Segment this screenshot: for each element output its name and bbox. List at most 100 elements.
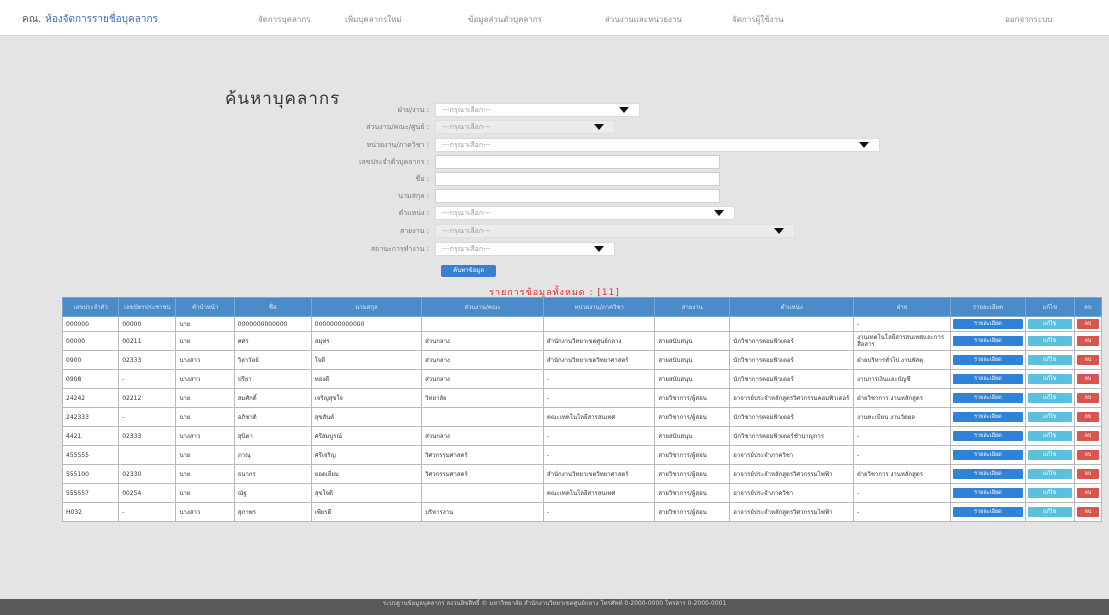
edit-button[interactable]: แก้ไข xyxy=(1027,319,1072,329)
delete-button[interactable]: ลบ xyxy=(1076,355,1099,365)
delete-button[interactable]: ลบ xyxy=(1076,450,1099,460)
action-cell: ลบ xyxy=(1073,369,1103,389)
delete-button[interactable]: ลบ xyxy=(1076,431,1099,441)
form-row-department: หน่วยงาน/ภาควิชา : ---กรุณาเลือก--- xyxy=(250,138,880,152)
action-cell: รายละเอียด xyxy=(949,445,1026,465)
table-cell: อาจารย์ประจำหลักสูตรวิศวกรรมไฟฟ้า xyxy=(729,464,855,484)
action-cell: ลบ xyxy=(1073,426,1103,446)
edit-button[interactable]: แก้ไข xyxy=(1027,355,1072,365)
detail-button[interactable]: รายละเอียด xyxy=(952,355,1023,365)
nav-link-add-personnel[interactable]: เพิ่มบุคลากรใหม่ xyxy=(345,13,402,26)
action-cell: แก้ไข xyxy=(1024,331,1075,351)
detail-button[interactable]: รายละเอียด xyxy=(952,393,1023,403)
table-cell: อาจารย์ประจำภาควิชา xyxy=(729,445,855,465)
table-cell: 000000 xyxy=(61,316,120,332)
last-name-input[interactable] xyxy=(435,189,720,203)
edit-button[interactable]: แก้ไข xyxy=(1027,431,1072,441)
detail-button[interactable]: รายละเอียด xyxy=(952,450,1023,460)
brand-title: ห้องจัดการรายชื่อบุคลากร xyxy=(45,14,158,25)
faculty-select[interactable]: ---กรุณาเลือก--- xyxy=(435,120,615,134)
delete-button[interactable]: ลบ xyxy=(1076,488,1099,498)
delete-button[interactable]: ลบ xyxy=(1076,319,1099,329)
table-cell: สายวิชาการ/ผู้สอน xyxy=(654,464,731,484)
detail-button[interactable]: รายละเอียด xyxy=(952,469,1023,479)
action-cell: รายละเอียด xyxy=(949,331,1026,351)
detail-button[interactable]: รายละเอียด xyxy=(952,319,1023,329)
table-cell: งานการเงินและบัญชี xyxy=(853,369,951,389)
edit-button[interactable]: แก้ไข xyxy=(1027,374,1072,384)
delete-button[interactable]: ลบ xyxy=(1076,507,1099,517)
table-cell: 555557 xyxy=(61,483,120,503)
personnel-id-input[interactable] xyxy=(435,155,720,169)
table-cell: 0908 xyxy=(61,369,120,389)
table-cell: 00211 xyxy=(118,331,177,351)
delete-button[interactable]: ลบ xyxy=(1076,393,1099,403)
edit-button[interactable]: แก้ไข xyxy=(1027,469,1072,479)
table-cell: สุนิตา xyxy=(233,426,312,446)
action-cell: ลบ xyxy=(1073,445,1103,465)
nav-link-departments[interactable]: ส่วนงานและหน่วยงาน xyxy=(605,13,682,26)
table-cell: 00000 xyxy=(118,316,177,332)
delete-button[interactable]: ลบ xyxy=(1076,469,1099,479)
table-cell: ส่วนกลาง xyxy=(421,350,544,370)
search-button[interactable]: ค้นหาข้อมูล xyxy=(441,265,496,277)
form-row-status: สถานะการทำงาน : ---กรุณาเลือก--- xyxy=(250,242,615,256)
detail-button[interactable]: รายละเอียด xyxy=(952,488,1023,498)
table-cell: 242333 xyxy=(61,407,120,427)
detail-button[interactable]: รายละเอียด xyxy=(952,507,1023,517)
field-label: สายงาน : xyxy=(399,226,429,235)
edit-button[interactable]: แก้ไข xyxy=(1027,488,1072,498)
edit-button[interactable]: แก้ไข xyxy=(1027,450,1072,460)
column-header: นามสกุล xyxy=(310,297,423,317)
table-cell: 24242 xyxy=(61,388,120,408)
detail-button[interactable]: รายละเอียด xyxy=(952,374,1023,384)
table-cell: วิทยาลัย xyxy=(421,388,544,408)
select-value: ---กรุณาเลือก--- xyxy=(442,208,491,217)
nav-link-manage-personnel[interactable]: จัดการบุคลากร xyxy=(258,13,310,26)
select-value: ---กรุณาเลือก--- xyxy=(442,105,491,114)
table-row: 455555 นาย ภาณุ ศรีเจริญ วิศวกรรมศาสตร์ - สายว… xyxy=(61,445,1103,465)
table-cell: นาย xyxy=(175,316,235,332)
nav-link-personal-info[interactable]: ข้อมูลส่วนตัวบุคลากร xyxy=(468,13,542,26)
action-cell: แก้ไข xyxy=(1024,483,1075,503)
table-cell: - xyxy=(853,316,951,332)
table-cell: นางสาว xyxy=(175,350,235,370)
action-cell: รายละเอียด xyxy=(949,316,1026,332)
edit-button[interactable]: แก้ไข xyxy=(1027,393,1072,403)
position-select[interactable]: ---กรุณาเลือก--- xyxy=(435,206,735,220)
chevron-down-icon xyxy=(714,210,724,216)
detail-button[interactable]: รายละเอียด xyxy=(952,336,1023,346)
department-select[interactable]: ---กรุณาเลือก--- xyxy=(435,138,880,152)
table-cell: นางสาว xyxy=(175,502,235,522)
select-value: ---กรุณาเลือก--- xyxy=(442,140,491,149)
delete-button[interactable]: ลบ xyxy=(1076,412,1099,422)
action-cell: ลบ xyxy=(1073,316,1103,332)
first-name-input[interactable] xyxy=(435,172,720,186)
table-cell: วิลาวัลย์ xyxy=(233,350,312,370)
line-select[interactable]: ---กรุณาเลือก--- xyxy=(435,224,795,238)
action-cell: รายละเอียด xyxy=(949,407,1026,427)
brand[interactable]: คณ. ห้องจัดการรายชื่อบุคลากร xyxy=(22,12,158,27)
division-select[interactable]: ---กรุณาเลือก--- xyxy=(435,103,640,117)
detail-button[interactable]: รายละเอียด xyxy=(952,412,1023,422)
table-cell: สำนักงานวิทยาเขตวิทยาศาสตร์ xyxy=(542,350,656,370)
field-label: ตำแหน่ง : xyxy=(398,208,429,217)
table-row: H032- นางสาว สุภาพร เพียรดี บริหารงาน - สายวิช… xyxy=(61,502,1103,522)
status-select[interactable]: ---กรุณาเลือก--- xyxy=(435,242,615,256)
detail-button[interactable]: รายละเอียด xyxy=(952,431,1023,441)
edit-button[interactable]: แก้ไข xyxy=(1027,507,1072,517)
form-row-line: สายงาน : ---กรุณาเลือก--- xyxy=(250,224,795,238)
table-cell: บริหารงาน xyxy=(421,502,544,522)
edit-button[interactable]: แก้ไข xyxy=(1027,412,1072,422)
table-cell: ธนากร xyxy=(233,464,312,484)
delete-button[interactable]: ลบ xyxy=(1076,336,1099,346)
nav-link-users[interactable]: จัดการผู้ใช้งาน xyxy=(732,13,783,26)
table-cell: อาจารย์ประจำหลักสูตรวิศวกรรมคอมพิวเตอร์ xyxy=(729,388,855,408)
action-cell: ลบ xyxy=(1073,483,1103,503)
logout-link[interactable]: ออกจากระบบ xyxy=(1005,13,1052,26)
delete-button[interactable]: ลบ xyxy=(1076,374,1099,384)
table-cell: 0000000000000 xyxy=(233,316,312,332)
edit-button[interactable]: แก้ไข xyxy=(1027,336,1072,346)
table-cell: เพียรดี xyxy=(310,502,423,522)
table-cell: 00254 xyxy=(118,483,177,503)
